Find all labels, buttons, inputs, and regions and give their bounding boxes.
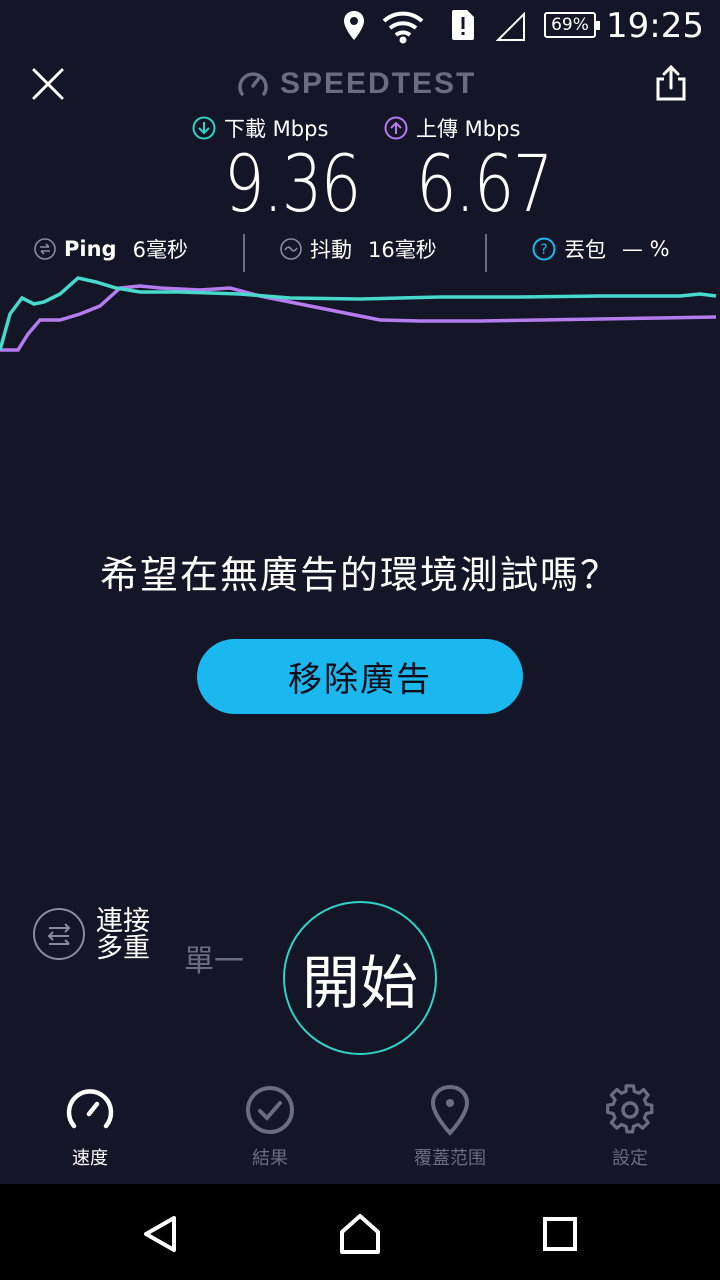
sim-alert-icon xyxy=(452,10,474,40)
start-button[interactable]: 開始 xyxy=(283,901,437,1055)
location-icon xyxy=(344,11,364,40)
download-label: 下載 Mbps xyxy=(192,113,328,143)
logo-text: SPEEDTEST xyxy=(280,67,477,100)
wifi-icon xyxy=(382,11,424,44)
status-time: 19:25 xyxy=(606,6,704,46)
jitter-label: 抖動 xyxy=(310,238,352,262)
close-button[interactable] xyxy=(30,66,66,102)
nav-label: 覆蓋范围 xyxy=(414,1148,486,1169)
ping-value: 6毫秒 xyxy=(132,238,188,262)
upload-label-text: 上傳 Mbps xyxy=(416,117,521,141)
nav-settings[interactable]: 設定 xyxy=(540,1084,720,1174)
upload-arrow-icon xyxy=(384,116,408,140)
speedtest-logo: SPEEDTEST xyxy=(236,64,476,104)
speed-graph xyxy=(0,276,717,352)
nav-label: 結果 xyxy=(252,1148,288,1169)
check-circle-icon xyxy=(246,1086,294,1134)
help-icon[interactable]: ? xyxy=(532,237,556,261)
nav-label: 設定 xyxy=(612,1148,648,1169)
packet-loss-metric: ? 丟包 — % xyxy=(532,234,670,264)
metric-divider xyxy=(485,234,487,272)
signal-icon xyxy=(496,12,525,41)
map-pin-icon xyxy=(430,1084,470,1136)
connections-icon xyxy=(47,923,71,945)
upload-label: 上傳 Mbps xyxy=(384,113,520,143)
gauge-icon xyxy=(66,1089,114,1129)
connection-label: 連接 xyxy=(96,906,150,937)
ping-label: Ping xyxy=(64,237,117,261)
home-icon[interactable] xyxy=(338,1212,382,1256)
remove-ads-button[interactable]: 移除廣告 xyxy=(197,639,523,714)
download-value: 9.36 xyxy=(224,140,361,230)
connection-single-option[interactable]: 單一 xyxy=(184,936,244,980)
upload-value: 6.67 xyxy=(416,140,553,230)
gear-icon xyxy=(606,1084,654,1134)
svg-text:?: ? xyxy=(540,242,547,258)
jitter-metric: 抖動 16毫秒 xyxy=(280,234,437,264)
metric-divider xyxy=(243,234,245,272)
battery-icon: 69% xyxy=(544,12,600,38)
status-bar: 69% 19:25 xyxy=(0,0,720,52)
nav-coverage[interactable]: 覆蓋范围 xyxy=(360,1084,540,1174)
speedtest-logo-icon xyxy=(238,72,268,96)
nav-label: 速度 xyxy=(72,1148,108,1169)
back-icon[interactable] xyxy=(140,1214,180,1254)
ping-icon xyxy=(34,238,56,260)
download-arrow-icon xyxy=(192,116,216,140)
packet-loss-label: 丟包 xyxy=(564,238,606,262)
packet-loss-value: — % xyxy=(622,237,670,261)
nav-speed[interactable]: 速度 xyxy=(0,1084,180,1174)
connection-multi-option: 多重 xyxy=(96,933,150,964)
share-button[interactable] xyxy=(652,64,690,102)
jitter-value: 16毫秒 xyxy=(368,238,437,262)
connection-toggle[interactable] xyxy=(33,908,85,960)
ping-metric: Ping 6毫秒 xyxy=(34,234,188,264)
nav-results[interactable]: 結果 xyxy=(180,1084,360,1174)
system-nav-bar xyxy=(0,1184,720,1280)
download-label-text: 下載 Mbps xyxy=(224,117,329,141)
ad-free-question: 希望在無廣告的環境測試嗎？ xyxy=(99,553,620,597)
recents-icon[interactable] xyxy=(542,1216,578,1252)
connection-multi[interactable]: 連接 多重 xyxy=(96,908,176,962)
jitter-icon xyxy=(280,238,302,260)
